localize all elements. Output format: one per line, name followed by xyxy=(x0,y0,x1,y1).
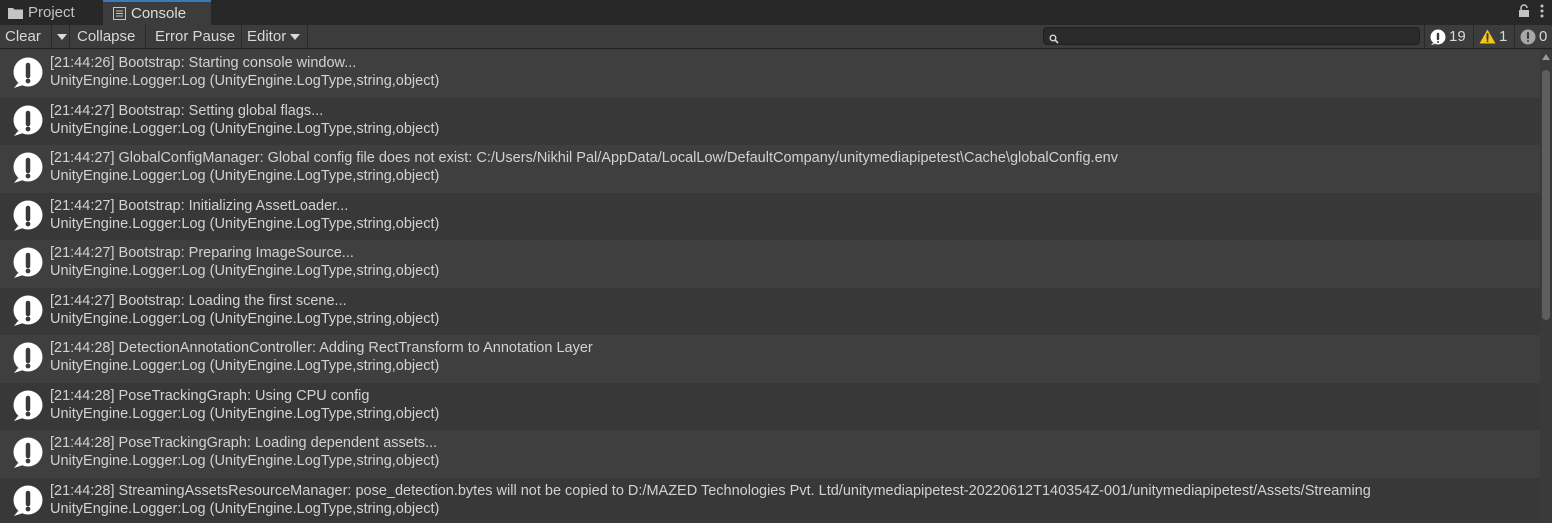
collapse-label: Collapse xyxy=(77,28,136,45)
tab-console[interactable]: Console xyxy=(103,0,211,25)
chevron-down-icon xyxy=(290,33,301,40)
log-entry[interactable]: [21:44:27] Bootstrap: Preparing ImageSou… xyxy=(0,240,1540,288)
log-message: [21:44:27] Bootstrap: Loading the first … xyxy=(50,292,347,309)
log-entry[interactable]: [21:44:27] Bootstrap: Loading the first … xyxy=(0,287,1540,335)
info-icon xyxy=(12,105,44,142)
log-message: [21:44:28] DetectionAnnotationController… xyxy=(50,340,593,356)
log-stacktrace: UnityEngine.Logger:Log (UnityEngine.LogT… xyxy=(50,73,440,89)
log-message: [21:44:27] Bootstrap: Initializing Asset… xyxy=(50,197,349,214)
folder-icon xyxy=(8,7,23,19)
log-entry[interactable]: [21:44:28] DetectionAnnotationController… xyxy=(0,335,1540,383)
clear-button[interactable]: Clear xyxy=(0,25,70,48)
tab-bar: Project Console xyxy=(0,0,1552,25)
log-stacktrace: UnityEngine.Logger:Log (UnityEngine.LogT… xyxy=(50,120,440,137)
log-stacktrace: UnityEngine.Logger:Log (UnityEngine.LogT… xyxy=(50,310,440,327)
collapse-toggle[interactable]: Collapse xyxy=(72,25,146,48)
scrollbar-thumb[interactable] xyxy=(1542,70,1550,320)
error-pause-label: Error Pause xyxy=(155,28,236,45)
info-icon xyxy=(1430,29,1446,45)
log-stacktrace: UnityEngine.Logger:Log (UnityEngine.LogT… xyxy=(50,358,440,374)
clear-label: Clear xyxy=(5,28,41,45)
log-entry[interactable]: [21:44:28] StreamingAssetsResourceManage… xyxy=(0,477,1540,523)
info-icon xyxy=(12,390,44,427)
info-icon xyxy=(12,437,44,474)
log-stacktrace: UnityEngine.Logger:Log (UnityEngine.LogT… xyxy=(50,500,440,517)
info-icon xyxy=(12,342,44,379)
tab-label: Project xyxy=(28,4,75,21)
log-entry[interactable]: [21:44:28] PoseTrackingGraph: Loading de… xyxy=(0,430,1540,478)
log-entry[interactable]: [21:44:27] Bootstrap: Initializing Asset… xyxy=(0,192,1540,240)
tab-label: Console xyxy=(131,5,187,22)
log-message: [21:44:28] PoseTrackingGraph: Loading de… xyxy=(50,435,438,451)
log-message: [21:44:28] PoseTrackingGraph: Using CPU … xyxy=(50,387,370,404)
lock-icon[interactable] xyxy=(1518,4,1530,23)
log-entry[interactable]: [21:44:27] Bootstrap: Setting global fla… xyxy=(0,97,1540,145)
log-entry[interactable]: [21:44:27] GlobalConfigManager: Global c… xyxy=(0,145,1540,193)
info-icon xyxy=(12,57,44,94)
console-icon xyxy=(113,7,126,20)
editor-dropdown[interactable]: Editor xyxy=(242,25,308,48)
log-message: [21:44:27] Bootstrap: Setting global fla… xyxy=(50,102,324,119)
log-message: [21:44:26] Bootstrap: Starting console w… xyxy=(50,55,357,71)
chevron-down-icon xyxy=(56,33,67,40)
search-field[interactable] xyxy=(1043,27,1420,45)
log-stacktrace: UnityEngine.Logger:Log (UnityEngine.LogT… xyxy=(50,215,440,232)
error-pause-toggle[interactable]: Error Pause xyxy=(150,25,242,48)
error-count: 0 xyxy=(1539,28,1548,45)
more-options-icon[interactable] xyxy=(1540,4,1544,23)
warning-icon xyxy=(1479,29,1496,44)
log-stacktrace: UnityEngine.Logger:Log (UnityEngine.LogT… xyxy=(50,263,440,279)
log-message: [21:44:27] Bootstrap: Preparing ImageSou… xyxy=(50,245,354,261)
clear-options-dropdown[interactable] xyxy=(51,25,71,48)
tab-project[interactable]: Project xyxy=(0,0,102,25)
info-icon xyxy=(12,152,44,189)
info-icon xyxy=(12,247,44,284)
log-stacktrace: UnityEngine.Logger:Log (UnityEngine.LogT… xyxy=(50,453,440,469)
vertical-scrollbar[interactable] xyxy=(1540,50,1552,523)
info-icon xyxy=(12,200,44,237)
info-icon xyxy=(12,485,44,522)
console-log-list: [21:44:26] Bootstrap: Starting console w… xyxy=(0,50,1540,523)
search-icon xyxy=(1049,31,1059,49)
info-icon xyxy=(12,295,44,332)
editor-label: Editor xyxy=(247,28,287,45)
scroll-up-icon[interactable] xyxy=(1542,54,1550,60)
warning-count-toggle[interactable]: 1 xyxy=(1473,25,1513,48)
window-controls xyxy=(1518,4,1544,23)
error-count-toggle[interactable]: 0 xyxy=(1514,25,1552,48)
log-message: [21:44:27] GlobalConfigManager: Global c… xyxy=(50,150,1118,166)
search-input[interactable] xyxy=(1062,28,1412,44)
log-entry[interactable]: [21:44:28] PoseTrackingGraph: Using CPU … xyxy=(0,382,1540,430)
error-icon xyxy=(1520,29,1536,45)
log-stacktrace: UnityEngine.Logger:Log (UnityEngine.LogT… xyxy=(50,168,440,184)
info-count-toggle[interactable]: 19 xyxy=(1424,25,1472,48)
info-count: 19 xyxy=(1449,28,1466,45)
warning-count: 1 xyxy=(1499,28,1508,45)
log-entry[interactable]: [21:44:26] Bootstrap: Starting console w… xyxy=(0,50,1540,98)
log-stacktrace: UnityEngine.Logger:Log (UnityEngine.LogT… xyxy=(50,405,440,422)
log-message: [21:44:28] StreamingAssetsResourceManage… xyxy=(50,482,1371,499)
